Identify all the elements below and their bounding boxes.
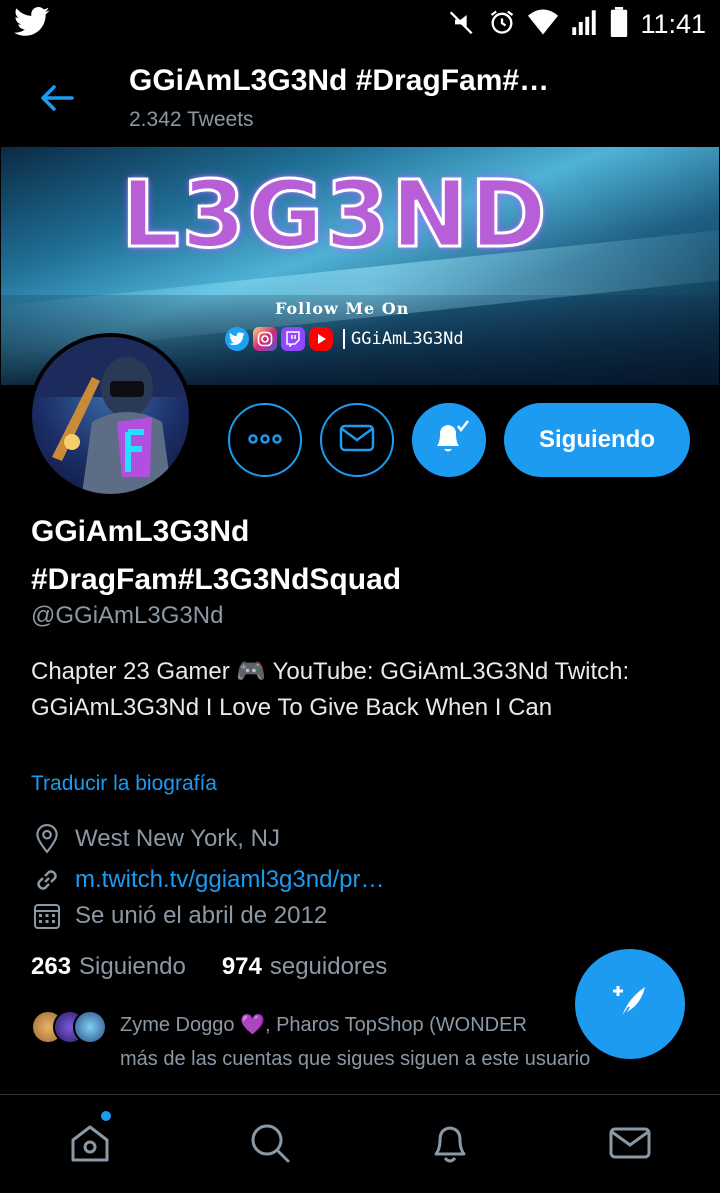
avatar bbox=[73, 1010, 107, 1044]
follow-stats: 263 Siguiendo 974 seguidores bbox=[31, 953, 423, 981]
banner-handle: GGiAmL3G3Nd bbox=[343, 329, 464, 349]
messages-icon bbox=[607, 1120, 653, 1171]
message-button[interactable] bbox=[320, 403, 394, 477]
translate-bio-link[interactable]: Traducir la biografía bbox=[31, 772, 217, 796]
mute-icon bbox=[448, 8, 476, 41]
bio: Chapter 23 Gamer 🎮 YouTube: GGiAmL3G3Nd … bbox=[31, 658, 630, 721]
link-icon bbox=[31, 864, 63, 896]
nav-search[interactable] bbox=[246, 1121, 294, 1169]
followers-stat[interactable]: 974 seguidores bbox=[222, 953, 387, 981]
compose-feather-icon bbox=[605, 977, 655, 1032]
nav-home[interactable] bbox=[66, 1121, 114, 1169]
username: @GGiAmL3G3Nd bbox=[31, 602, 224, 629]
following-button[interactable]: Siguiendo bbox=[504, 403, 690, 477]
home-icon bbox=[67, 1120, 113, 1171]
location-text: West New York, NJ bbox=[75, 825, 280, 852]
nav-messages[interactable] bbox=[606, 1121, 654, 1169]
joined-row: Se unió el abril de 2012 bbox=[31, 899, 327, 933]
alarm-icon bbox=[488, 8, 516, 41]
more-icon bbox=[247, 431, 283, 449]
status-bar: 11:41 bbox=[0, 0, 720, 48]
notifications-icon bbox=[427, 1120, 473, 1171]
known-followers-avatars bbox=[31, 1010, 111, 1046]
envelope-icon bbox=[339, 424, 375, 457]
search-icon bbox=[247, 1120, 293, 1171]
wifi-icon bbox=[528, 9, 559, 40]
location-row: West New York, NJ bbox=[31, 822, 280, 856]
avatar[interactable] bbox=[28, 333, 193, 498]
display-name-line: #DragFam#L3G3NdSquad bbox=[31, 563, 402, 596]
known-followers-names: Zyme Doggo 💜, Pharos TopShop (WONDER bbox=[120, 1014, 527, 1036]
banner-follow-text: Follow Me On bbox=[275, 299, 410, 318]
known-followers-caption: más de las cuentas que sigues siguen a e… bbox=[120, 1048, 591, 1070]
banner-socials: GGiAmL3G3Nd bbox=[225, 327, 464, 351]
followers-count: 974 bbox=[221, 953, 262, 980]
notifications-toggle-button[interactable] bbox=[412, 403, 486, 477]
battery-icon bbox=[610, 6, 628, 42]
display-name-line: GGiAmL3G3Nd bbox=[31, 515, 250, 548]
instagram-logo-icon bbox=[253, 327, 277, 351]
following-label: Siguiendo bbox=[79, 953, 186, 980]
following-count: 263 bbox=[31, 953, 72, 980]
tweet-count: 2.342 Tweets bbox=[129, 108, 254, 131]
more-options-button[interactable] bbox=[228, 403, 302, 477]
header-title: GGiAmL3G3Nd #DragFam#… bbox=[129, 64, 550, 97]
banner-logo-text: L3G3ND bbox=[120, 160, 549, 270]
clock: 11:41 bbox=[640, 8, 706, 39]
signal-icon bbox=[570, 9, 598, 40]
back-arrow-icon bbox=[32, 85, 80, 126]
location-pin-icon bbox=[31, 823, 63, 855]
nav-notifications[interactable] bbox=[426, 1121, 474, 1169]
twitter-icon bbox=[14, 6, 50, 42]
bottom-navigation bbox=[0, 1094, 720, 1193]
following-stat[interactable]: 263 Siguiendo bbox=[31, 953, 186, 981]
calendar-icon bbox=[31, 900, 63, 932]
youtube-logo-icon bbox=[309, 327, 333, 351]
followers-label: seguidores bbox=[269, 953, 388, 980]
twitch-logo-icon bbox=[281, 327, 305, 351]
link-row[interactable]: m.twitch.tv/ggiaml3g3nd/pr… bbox=[31, 863, 384, 897]
bell-check-icon bbox=[427, 416, 471, 465]
profile-link[interactable]: m.twitch.tv/ggiaml3g3nd/pr… bbox=[75, 866, 384, 894]
profile-header: GGiAmL3G3Nd #DragFam#… 2.342 Tweets bbox=[0, 48, 720, 144]
display-name: GGiAmL3G3Nd #DragFam#L3G3NdSquad bbox=[31, 508, 691, 604]
back-button[interactable] bbox=[32, 74, 80, 122]
joined-date: Se unió el abril de 2012 bbox=[75, 902, 328, 929]
compose-tweet-button[interactable] bbox=[575, 949, 685, 1059]
twitter-logo-icon bbox=[225, 327, 249, 351]
unread-dot bbox=[101, 1111, 111, 1121]
